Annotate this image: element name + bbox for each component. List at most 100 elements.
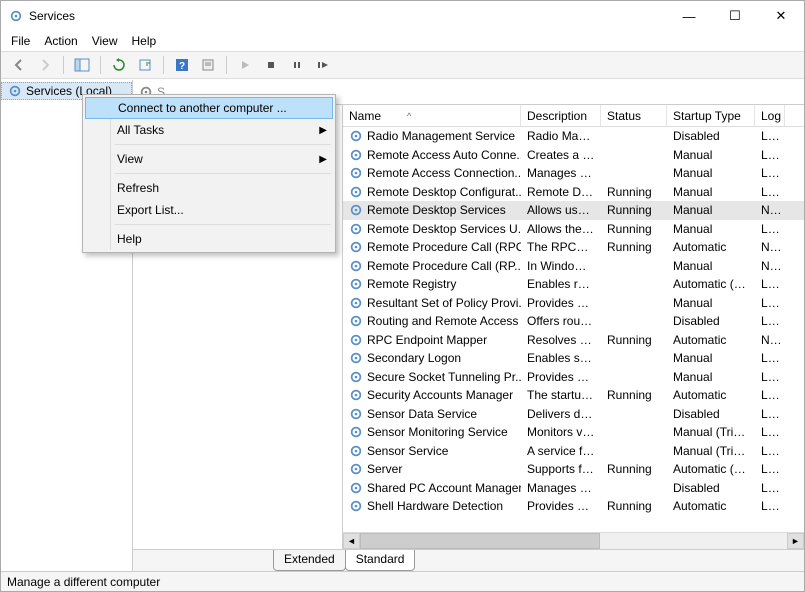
service-status: Running bbox=[601, 185, 667, 199]
column-description[interactable]: Description bbox=[521, 105, 601, 126]
gear-icon bbox=[349, 203, 363, 217]
service-startup: Automatic (T... bbox=[667, 277, 755, 291]
service-logon: Loc bbox=[755, 166, 785, 180]
service-row[interactable]: Shell Hardware DetectionProvides no...Ru… bbox=[343, 497, 804, 516]
column-name[interactable]: Name^ bbox=[343, 105, 521, 126]
menu-file[interactable]: File bbox=[11, 34, 30, 48]
column-logon-as[interactable]: Log bbox=[755, 105, 785, 126]
service-startup: Manual bbox=[667, 166, 755, 180]
service-row[interactable]: Remote Procedure Call (RPC)The RPCSS ...… bbox=[343, 238, 804, 257]
service-startup: Disabled bbox=[667, 129, 755, 143]
export-list-button[interactable] bbox=[133, 54, 157, 76]
properties-button[interactable] bbox=[196, 54, 220, 76]
service-desc: Enables rem... bbox=[521, 277, 601, 291]
scroll-right-button[interactable]: ► bbox=[787, 533, 804, 549]
service-name: Remote Desktop Services bbox=[367, 203, 506, 217]
context-menu-item[interactable]: Refresh bbox=[85, 177, 333, 199]
service-row[interactable]: Routing and Remote AccessOffers routi...… bbox=[343, 312, 804, 331]
sort-indicator-icon: ^ bbox=[407, 111, 411, 121]
context-menu-separator bbox=[115, 173, 331, 174]
service-startup: Manual bbox=[667, 370, 755, 384]
gear-icon bbox=[349, 148, 363, 162]
service-row[interactable]: Remote RegistryEnables rem...Automatic (… bbox=[343, 275, 804, 294]
menu-action[interactable]: Action bbox=[44, 34, 77, 48]
scrollbar-track[interactable] bbox=[600, 533, 787, 549]
gear-icon bbox=[349, 425, 363, 439]
context-menu-item[interactable]: All Tasks▶ bbox=[85, 119, 333, 141]
horizontal-scrollbar[interactable]: ◄ ► bbox=[343, 532, 804, 549]
toolbar-separator bbox=[163, 56, 164, 74]
service-row[interactable]: ServerSupports fil...RunningAutomatic (T… bbox=[343, 460, 804, 479]
service-desc: The RPCSS ... bbox=[521, 240, 601, 254]
menu-help[interactable]: Help bbox=[132, 34, 157, 48]
pause-service-button[interactable] bbox=[285, 54, 309, 76]
restart-service-button[interactable] bbox=[311, 54, 335, 76]
toolbar-separator bbox=[100, 56, 101, 74]
service-row[interactable]: Security Accounts ManagerThe startup ...… bbox=[343, 386, 804, 405]
service-row[interactable]: Secure Socket Tunneling Pr...Provides su… bbox=[343, 368, 804, 387]
minimize-button[interactable]: — bbox=[666, 1, 712, 31]
list-body[interactable]: Radio Management ServiceRadio Mana...Dis… bbox=[343, 127, 804, 532]
menu-view[interactable]: View bbox=[92, 34, 118, 48]
service-row[interactable]: Remote Access Connection...Manages di...… bbox=[343, 164, 804, 183]
service-startup: Manual (Trig... bbox=[667, 444, 755, 458]
column-status[interactable]: Status bbox=[601, 105, 667, 126]
service-logon: Loc bbox=[755, 407, 785, 421]
start-service-button[interactable] bbox=[233, 54, 257, 76]
service-row[interactable]: Sensor Monitoring ServiceMonitors va...M… bbox=[343, 423, 804, 442]
service-desc: Supports fil... bbox=[521, 462, 601, 476]
svg-text:?: ? bbox=[179, 61, 185, 72]
service-row[interactable]: RPC Endpoint MapperResolves RP...Running… bbox=[343, 331, 804, 350]
refresh-button[interactable] bbox=[107, 54, 131, 76]
service-row[interactable]: Shared PC Account ManagerManages pr...Di… bbox=[343, 479, 804, 498]
show-hide-tree-button[interactable] bbox=[70, 54, 94, 76]
service-row[interactable]: Resultant Set of Policy Provi...Provides… bbox=[343, 294, 804, 313]
service-desc: In Windows... bbox=[521, 259, 601, 273]
service-logon: Net bbox=[755, 333, 785, 347]
service-desc: Manages di... bbox=[521, 166, 601, 180]
scroll-left-button[interactable]: ◄ bbox=[343, 533, 360, 549]
tab-standard[interactable]: Standard bbox=[345, 550, 416, 571]
status-bar: Manage a different computer bbox=[1, 571, 804, 591]
service-name: Secondary Logon bbox=[367, 351, 461, 365]
stop-service-button[interactable] bbox=[259, 54, 283, 76]
context-menu-item[interactable]: Connect to another computer ... bbox=[85, 97, 333, 119]
service-startup: Manual bbox=[667, 296, 755, 310]
service-row[interactable]: Remote Procedure Call (RP...In Windows..… bbox=[343, 257, 804, 276]
context-menu-item[interactable]: Help bbox=[85, 228, 333, 250]
back-button[interactable] bbox=[7, 54, 31, 76]
submenu-arrow-icon: ▶ bbox=[319, 154, 327, 165]
close-button[interactable]: ✕ bbox=[758, 1, 804, 31]
service-status: Running bbox=[601, 203, 667, 217]
service-row[interactable]: Radio Management ServiceRadio Mana...Dis… bbox=[343, 127, 804, 146]
service-row[interactable]: Sensor ServiceA service fo...Manual (Tri… bbox=[343, 442, 804, 461]
scrollbar-thumb[interactable] bbox=[360, 533, 600, 549]
service-row[interactable]: Remote Desktop ServicesAllows user...Run… bbox=[343, 201, 804, 220]
service-startup: Manual bbox=[667, 351, 755, 365]
service-startup: Manual (Trig... bbox=[667, 425, 755, 439]
service-name: Shell Hardware Detection bbox=[367, 499, 503, 513]
column-startup-type[interactable]: Startup Type bbox=[667, 105, 755, 126]
service-logon: Net bbox=[755, 259, 785, 273]
gear-icon bbox=[349, 444, 363, 458]
service-row[interactable]: Remote Desktop Services U...Allows the r… bbox=[343, 220, 804, 239]
service-logon: Loc bbox=[755, 148, 785, 162]
context-menu-item[interactable]: Export List... bbox=[85, 199, 333, 221]
forward-button[interactable] bbox=[33, 54, 57, 76]
service-row[interactable]: Remote Desktop Configurat...Remote Des..… bbox=[343, 183, 804, 202]
service-desc: Delivers dat... bbox=[521, 407, 601, 421]
service-row[interactable]: Sensor Data ServiceDelivers dat...Disabl… bbox=[343, 405, 804, 424]
service-row[interactable]: Secondary LogonEnables star...ManualLoc bbox=[343, 349, 804, 368]
context-menu-label: All Tasks bbox=[117, 123, 164, 137]
service-startup: Disabled bbox=[667, 314, 755, 328]
maximize-button[interactable]: ☐ bbox=[712, 1, 758, 31]
service-logon: Loc bbox=[755, 296, 785, 310]
service-name: Remote Procedure Call (RP... bbox=[367, 259, 521, 273]
tab-extended[interactable]: Extended bbox=[273, 550, 346, 571]
context-menu-item[interactable]: View▶ bbox=[85, 148, 333, 170]
service-startup: Manual bbox=[667, 222, 755, 236]
service-row[interactable]: Remote Access Auto Conne...Creates a co.… bbox=[343, 146, 804, 165]
status-text: Manage a different computer bbox=[7, 575, 160, 589]
help-button[interactable]: ? bbox=[170, 54, 194, 76]
service-status: Running bbox=[601, 333, 667, 347]
